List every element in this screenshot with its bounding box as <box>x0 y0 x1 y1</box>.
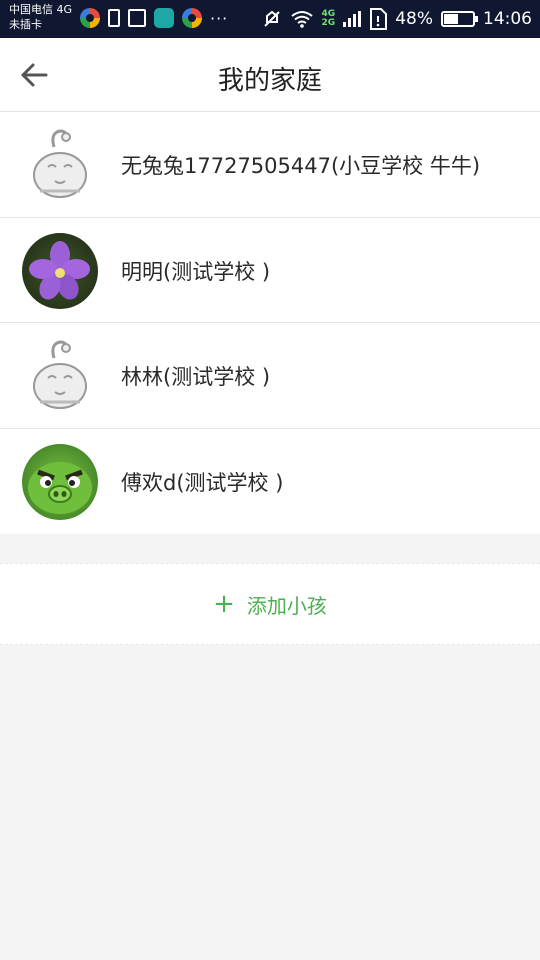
wifi-icon <box>290 11 313 28</box>
app-notification-icon <box>154 8 174 28</box>
avatar <box>22 232 98 309</box>
status-bar: 中国电信 4G 未插卡 ··· 4G 2G 48% 14:06 <box>0 0 540 38</box>
notification-icons: ··· <box>80 8 228 28</box>
carrier-info: 中国电信 4G 未插卡 <box>9 2 72 32</box>
system-status: 4G 2G 48% 14:06 <box>262 0 532 38</box>
avatar <box>22 338 98 414</box>
children-list: 无兔兔17727505447(小豆学校 牛牛) 明明(测试学校 ) 林林(测试学… <box>0 112 540 534</box>
child-name: 无兔兔17727505447(小豆学校 牛牛) <box>121 154 481 178</box>
sim-status: 未插卡 <box>9 18 42 31</box>
child-name: 明明(测试学校 ) <box>121 259 271 284</box>
signal-icon <box>343 11 362 27</box>
list-item[interactable]: 无兔兔17727505447(小豆学校 牛牛) <box>0 112 540 218</box>
app-notification-icon <box>182 8 202 28</box>
clock: 14:06 <box>483 9 532 29</box>
list-item[interactable]: 明明(测试学校 ) <box>0 218 540 323</box>
sim-card-icon <box>370 8 388 30</box>
mute-icon <box>263 10 280 27</box>
plus-icon: + <box>213 589 235 619</box>
battery-icon <box>441 11 478 27</box>
battery-alert-icon <box>108 9 120 27</box>
avatar <box>22 443 98 520</box>
image-icon <box>128 9 146 27</box>
add-child-button[interactable]: + 添加小孩 <box>0 563 540 645</box>
list-item[interactable]: 林林(测试学校 ) <box>0 323 540 429</box>
app-notification-icon <box>80 8 100 28</box>
battery-percent: 48% <box>395 9 433 29</box>
app-header: 我的家庭 <box>0 38 540 112</box>
child-name: 傅欢d(测试学校 ) <box>121 470 284 495</box>
list-item[interactable]: 傅欢d(测试学校 ) <box>0 429 540 535</box>
page-title: 我的家庭 <box>217 66 322 96</box>
child-name: 林林(测试学校 ) <box>121 365 271 389</box>
flower-photo-icon <box>29 240 90 300</box>
carrier-name: 中国电信 4G <box>9 3 73 16</box>
mascot-avatar-icon <box>33 129 87 198</box>
mascot-avatar-icon <box>33 340 87 409</box>
avatar <box>22 127 98 203</box>
add-child-label: 添加小孩 <box>246 593 327 618</box>
more-notifications-icon: ··· <box>210 8 229 28</box>
network-type: 4G 2G <box>321 9 336 28</box>
green-pig-icon <box>28 461 92 514</box>
